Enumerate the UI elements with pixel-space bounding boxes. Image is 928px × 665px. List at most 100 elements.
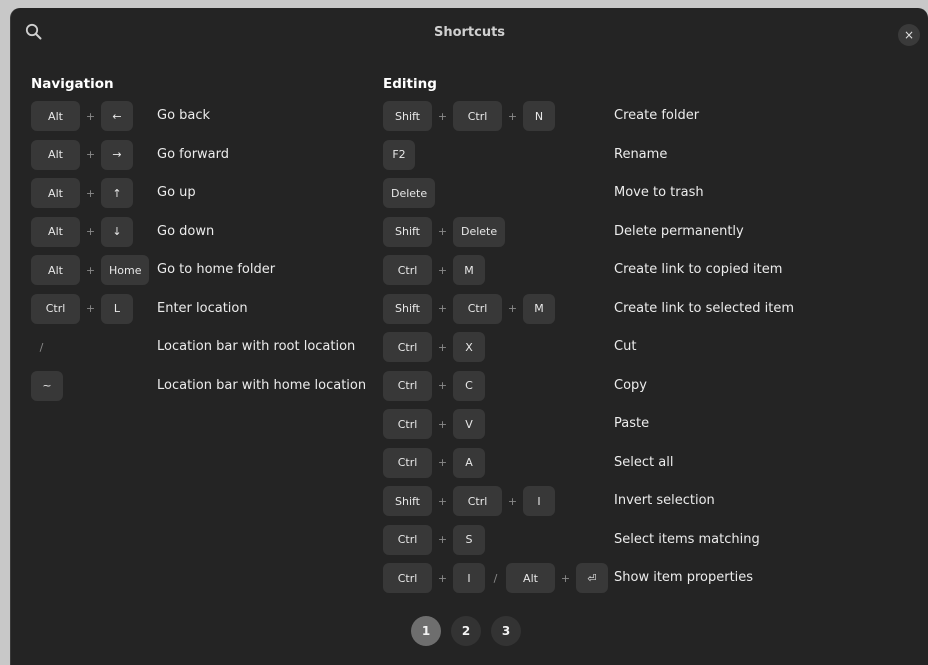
keycap: Ctrl xyxy=(383,563,432,593)
keycap: Ctrl xyxy=(383,370,432,401)
editing-section-title: Editing xyxy=(383,76,437,92)
key-plus-separator: + xyxy=(437,533,448,546)
shortcut-description: Go to home folder xyxy=(157,262,276,277)
page-button-3[interactable]: 3 xyxy=(491,616,521,646)
shortcut-row: Delete Move to trash xyxy=(383,178,874,208)
keycap: Ctrl xyxy=(453,101,502,131)
key-plus-separator: + xyxy=(437,225,448,238)
page-button-1[interactable]: 1 xyxy=(411,616,441,646)
keycap: Delete xyxy=(453,216,506,247)
key-plus-separator: + xyxy=(85,263,96,277)
keycap: M xyxy=(453,255,485,285)
keycap: Shift xyxy=(383,486,432,516)
shortcut-row: Shift + Ctrl + N Create folder xyxy=(383,101,874,131)
keycap: M xyxy=(523,293,555,324)
shortcut-row: Alt + ↑ Go up xyxy=(31,178,417,208)
shortcut-description: Create link to selected item xyxy=(614,300,795,316)
shortcut-keys: Ctrl + M xyxy=(383,255,485,285)
shortcut-keys: Delete xyxy=(383,178,436,208)
shortcut-keys: Shift + Ctrl + M xyxy=(383,293,555,324)
shortcut-row: Alt + → Go forward xyxy=(31,139,417,170)
shortcut-keys: Ctrl + A xyxy=(383,447,485,478)
shortcut-keys: Ctrl + C xyxy=(383,370,485,401)
key-plus-separator: + xyxy=(437,494,448,508)
keycap: ← xyxy=(101,101,133,131)
key-plus-separator: + xyxy=(560,571,571,585)
shortcut-description: Rename xyxy=(614,146,668,162)
shortcut-row: Shift + Ctrl + I Invert selection xyxy=(383,486,874,516)
keycap: Alt xyxy=(31,255,80,285)
shortcut-keys: Ctrl + V xyxy=(383,409,485,439)
page-button-2[interactable]: 2 xyxy=(451,616,481,646)
close-button[interactable]: × xyxy=(898,24,920,46)
shortcut-row: F2 Rename xyxy=(383,139,874,170)
navigation-section-title: Navigation xyxy=(31,76,114,92)
keycap: A xyxy=(453,447,485,478)
key-plus-separator: + xyxy=(437,456,448,469)
key-plus-separator: + xyxy=(437,109,448,123)
shortcut-keys: Ctrl + X xyxy=(383,332,485,362)
keycap: Ctrl xyxy=(453,486,502,516)
keycap: Alt xyxy=(31,101,80,131)
shortcut-description: Select all xyxy=(614,454,674,470)
shortcut-description: Go up xyxy=(157,185,196,200)
shortcut-keys: Alt + ← xyxy=(31,101,133,131)
key-plus-separator: + xyxy=(85,186,96,200)
shortcut-keys: Ctrl + L xyxy=(31,293,133,324)
shortcut-keys: Shift + Delete xyxy=(383,216,506,247)
keycap: Alt xyxy=(31,178,80,208)
keycap: Shift xyxy=(383,293,432,324)
keycap: ↑ xyxy=(101,178,133,208)
shortcut-description: Go back xyxy=(157,108,211,123)
keycap: C xyxy=(453,370,485,401)
shortcut-row: Ctrl + I / Alt + ⏎ Show item properties xyxy=(383,563,874,593)
keycap: Shift xyxy=(383,101,432,131)
shortcut-description: Invert selection xyxy=(614,493,715,508)
key-plus-separator: + xyxy=(437,571,448,585)
keycap: Ctrl xyxy=(31,293,80,324)
key-plus-separator: + xyxy=(85,302,96,315)
keycap: N xyxy=(523,101,555,131)
shortcut-keys: / xyxy=(31,341,52,354)
shortcut-row: / Location bar with root location xyxy=(31,332,417,362)
keycap: Ctrl xyxy=(383,332,432,362)
shortcut-description: Create link to copied item xyxy=(614,262,783,277)
shortcut-row: Alt + ← Go back xyxy=(31,101,417,131)
keycap: X xyxy=(453,332,485,362)
shortcut-description: Location bar with root location xyxy=(157,339,356,354)
keycap: ~ xyxy=(31,370,63,401)
shortcut-keys: Ctrl + I / Alt + ⏎ xyxy=(383,563,608,593)
key-alt-separator: / xyxy=(493,571,498,585)
keycap: F2 xyxy=(383,139,415,170)
shortcut-description: Location bar with home location xyxy=(157,377,367,393)
shortcut-row: Alt + Home Go to home folder xyxy=(31,255,417,285)
shortcut-description: Select items matching xyxy=(614,531,760,547)
shortcut-keys: Alt + → xyxy=(31,139,133,170)
keycap: ⏎ xyxy=(576,563,608,593)
keycap: Ctrl xyxy=(383,255,432,285)
keycap: S xyxy=(453,524,485,555)
shortcut-description: Enter location xyxy=(157,300,248,316)
key-plus-separator: + xyxy=(507,109,518,123)
keycap: Alt xyxy=(506,563,555,593)
shortcut-keys: Alt + ↓ xyxy=(31,216,133,247)
key-plus-separator: + xyxy=(507,494,518,508)
shortcut-keys: Alt + Home xyxy=(31,255,150,285)
key-plus-separator: + xyxy=(85,109,96,123)
window-title: Shortcuts xyxy=(433,25,506,40)
shortcut-row: Ctrl + X Cut xyxy=(383,332,874,362)
shortcut-row: Ctrl + V Paste xyxy=(383,409,874,439)
shortcut-keys: Alt + ↑ xyxy=(31,178,133,208)
shortcut-keys: Ctrl + S xyxy=(383,524,485,555)
key-plus-separator: + xyxy=(437,263,448,277)
shortcut-description: Go down xyxy=(157,223,215,239)
keycap: → xyxy=(101,139,133,170)
keycap: Ctrl xyxy=(383,524,432,555)
shortcut-description: Copy xyxy=(614,377,647,393)
shortcut-row: Ctrl + M Create link to copied item xyxy=(383,255,874,285)
keycap: I xyxy=(523,486,555,516)
shortcut-description: Delete permanently xyxy=(614,223,744,239)
shortcut-description: Move to trash xyxy=(614,185,704,200)
shortcut-keys: ~ xyxy=(31,370,63,401)
shortcut-row: Shift + Ctrl + M Create link to selected item xyxy=(383,293,874,324)
